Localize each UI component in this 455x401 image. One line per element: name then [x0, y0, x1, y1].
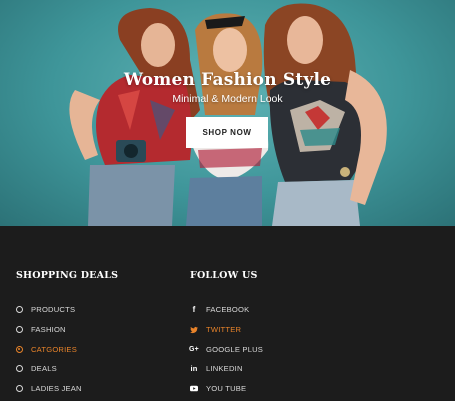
facebook-icon: f — [192, 305, 196, 315]
footer-link-label: PRODUCTS — [31, 305, 76, 315]
circle-icon — [16, 326, 23, 334]
hero-text: Women Fashion Style Minimal & Modern Loo… — [0, 70, 455, 105]
hero-banner: Women Fashion Style Minimal & Modern Loo… — [0, 0, 455, 226]
follow-us-list: f FACEBOOK TWITTER G+ GOOGLE PLUS in LIN… — [189, 300, 264, 399]
footer-link-label: FASHION — [31, 325, 66, 335]
footer-link-deals[interactable]: DEALS — [16, 359, 118, 379]
footer-link-ladies-jean[interactable]: LADIES JEAN — [16, 379, 118, 399]
google-plus-icon: G+ — [189, 345, 199, 353]
shopping-deals-list: PRODUCTS FASHION CATGORIES DEALS LADIES … — [16, 300, 118, 398]
circle-icon — [16, 306, 23, 314]
social-link-google-plus[interactable]: G+ GOOGLE PLUS — [189, 339, 264, 359]
shop-now-button[interactable]: SHOP NOW — [186, 117, 268, 148]
social-link-twitter[interactable]: TWITTER — [190, 320, 263, 340]
circle-icon — [16, 385, 23, 393]
circle-icon — [16, 345, 23, 353]
follow-us-title: FOLLOW US — [190, 270, 258, 281]
hero-subtitle: Minimal & Modern Look — [172, 93, 283, 105]
social-link-label: TWITTER — [206, 325, 242, 335]
footer-link-label: CATGORIES — [31, 344, 77, 354]
hero-photo — [69, 3, 387, 226]
footer-link-categories[interactable]: CATGORIES — [16, 339, 118, 359]
social-link-label: YOU TUBE — [206, 384, 247, 394]
linkedin-icon: in — [190, 364, 198, 374]
shopping-deals-section: SHOPPING DEALS PRODUCTS FASHION CATGORIE… — [16, 270, 118, 398]
social-link-label: GOOGLE PLUS — [206, 344, 264, 354]
footer-link-fashion[interactable]: FASHION — [16, 320, 118, 340]
hero-title: Women Fashion Style — [123, 70, 332, 90]
circle-icon — [16, 365, 23, 373]
follow-us-section: FOLLOW US f FACEBOOK TWITTER G+ GOOGLE P… — [189, 270, 264, 399]
footer-link-products[interactable]: PRODUCTS — [16, 300, 118, 320]
social-link-label: FACEBOOK — [206, 305, 250, 315]
footer: SHOPPING DEALS PRODUCTS FASHION CATGORIE… — [0, 226, 455, 401]
footer-link-label: LADIES JEAN — [31, 384, 82, 394]
footer-link-label: DEALS — [31, 364, 57, 374]
twitter-icon — [190, 326, 198, 334]
social-link-youtube[interactable]: YOU TUBE — [190, 379, 263, 399]
social-link-facebook[interactable]: f FACEBOOK — [190, 300, 263, 320]
social-link-linkedin[interactable]: in LINKEDIN — [190, 359, 263, 379]
social-link-label: LINKEDIN — [206, 364, 243, 374]
shopping-deals-title: SHOPPING DEALS — [16, 270, 119, 281]
youtube-icon — [190, 385, 198, 392]
